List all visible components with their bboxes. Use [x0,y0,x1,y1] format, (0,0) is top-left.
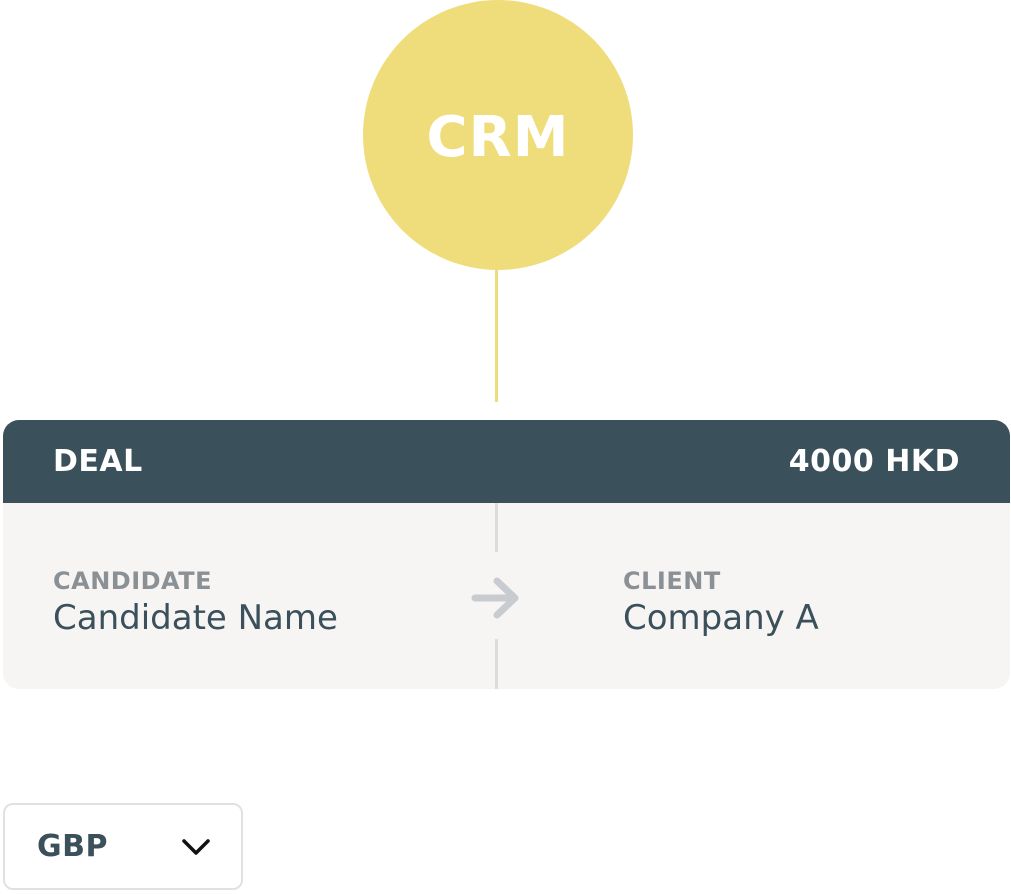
deal-title: DEAL [53,444,143,479]
currency-value: GBP [37,829,108,864]
crm-label: CRM [426,104,570,170]
divider [495,639,498,689]
candidate-label: CANDIDATE [53,567,213,595]
candidate-section: CANDIDATE Candidate Name [53,566,338,640]
divider [495,503,498,552]
currency-select[interactable]: GBP [3,803,243,890]
chevron-down-icon [182,838,210,855]
deal-body: CANDIDATE Candidate Name CLIENT Company … [3,503,1010,689]
candidate-name: Candidate Name [53,598,338,638]
deal-amount: 4000 HKD [788,444,960,479]
client-name: Company A [623,598,819,638]
client-label: CLIENT [623,567,721,595]
arrow-right-icon [471,577,519,619]
client-section: CLIENT Company A [623,566,819,640]
crm-badge: CRM [363,0,633,270]
deal-card: DEAL 4000 HKD CANDIDATE Candidate Name C… [3,420,1010,689]
connector-line [495,268,498,402]
deal-header: DEAL 4000 HKD [3,420,1010,503]
